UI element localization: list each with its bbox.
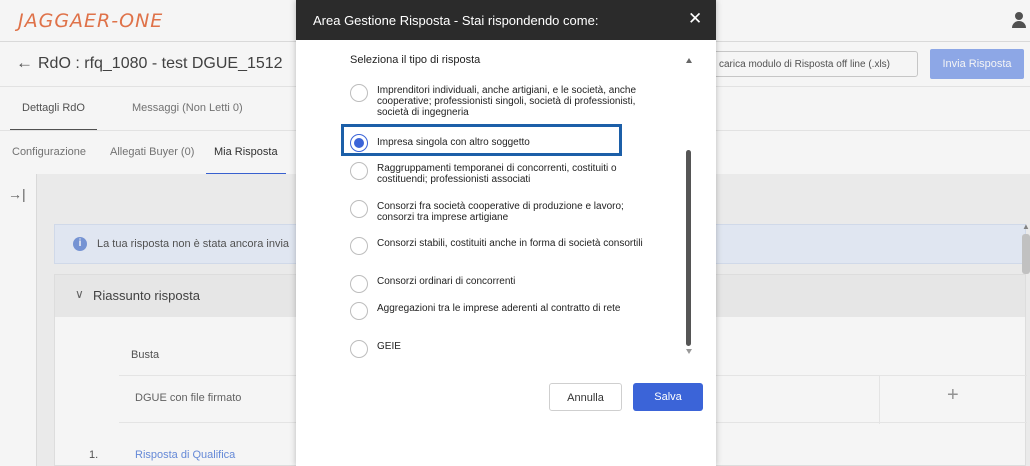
scroll-down-icon[interactable] [686,349,692,354]
scroll-thumb[interactable] [686,150,691,346]
scroll-up-icon[interactable] [686,58,692,63]
modal-header: Area Gestione Risposta - Stai rispondend… [296,0,716,40]
radio-button[interactable] [350,302,368,320]
selection-highlight [341,124,622,156]
radio-button[interactable] [350,162,368,180]
cancel-button[interactable]: Annulla [549,383,622,411]
close-icon[interactable]: ✕ [688,9,702,29]
radio-button[interactable] [350,200,368,218]
response-type-modal: Area Gestione Risposta - Stai rispondend… [296,0,716,466]
save-button[interactable]: Salva [633,383,703,411]
radio-button[interactable] [350,275,368,293]
radio-button[interactable] [350,84,368,102]
modal-title: Area Gestione Risposta - Stai rispondend… [313,13,599,28]
radio-button[interactable] [350,340,368,358]
options-scrollbar[interactable] [684,56,696,356]
radio-button[interactable] [350,237,368,255]
section-label: Seleziona il tipo di risposta [350,54,481,66]
